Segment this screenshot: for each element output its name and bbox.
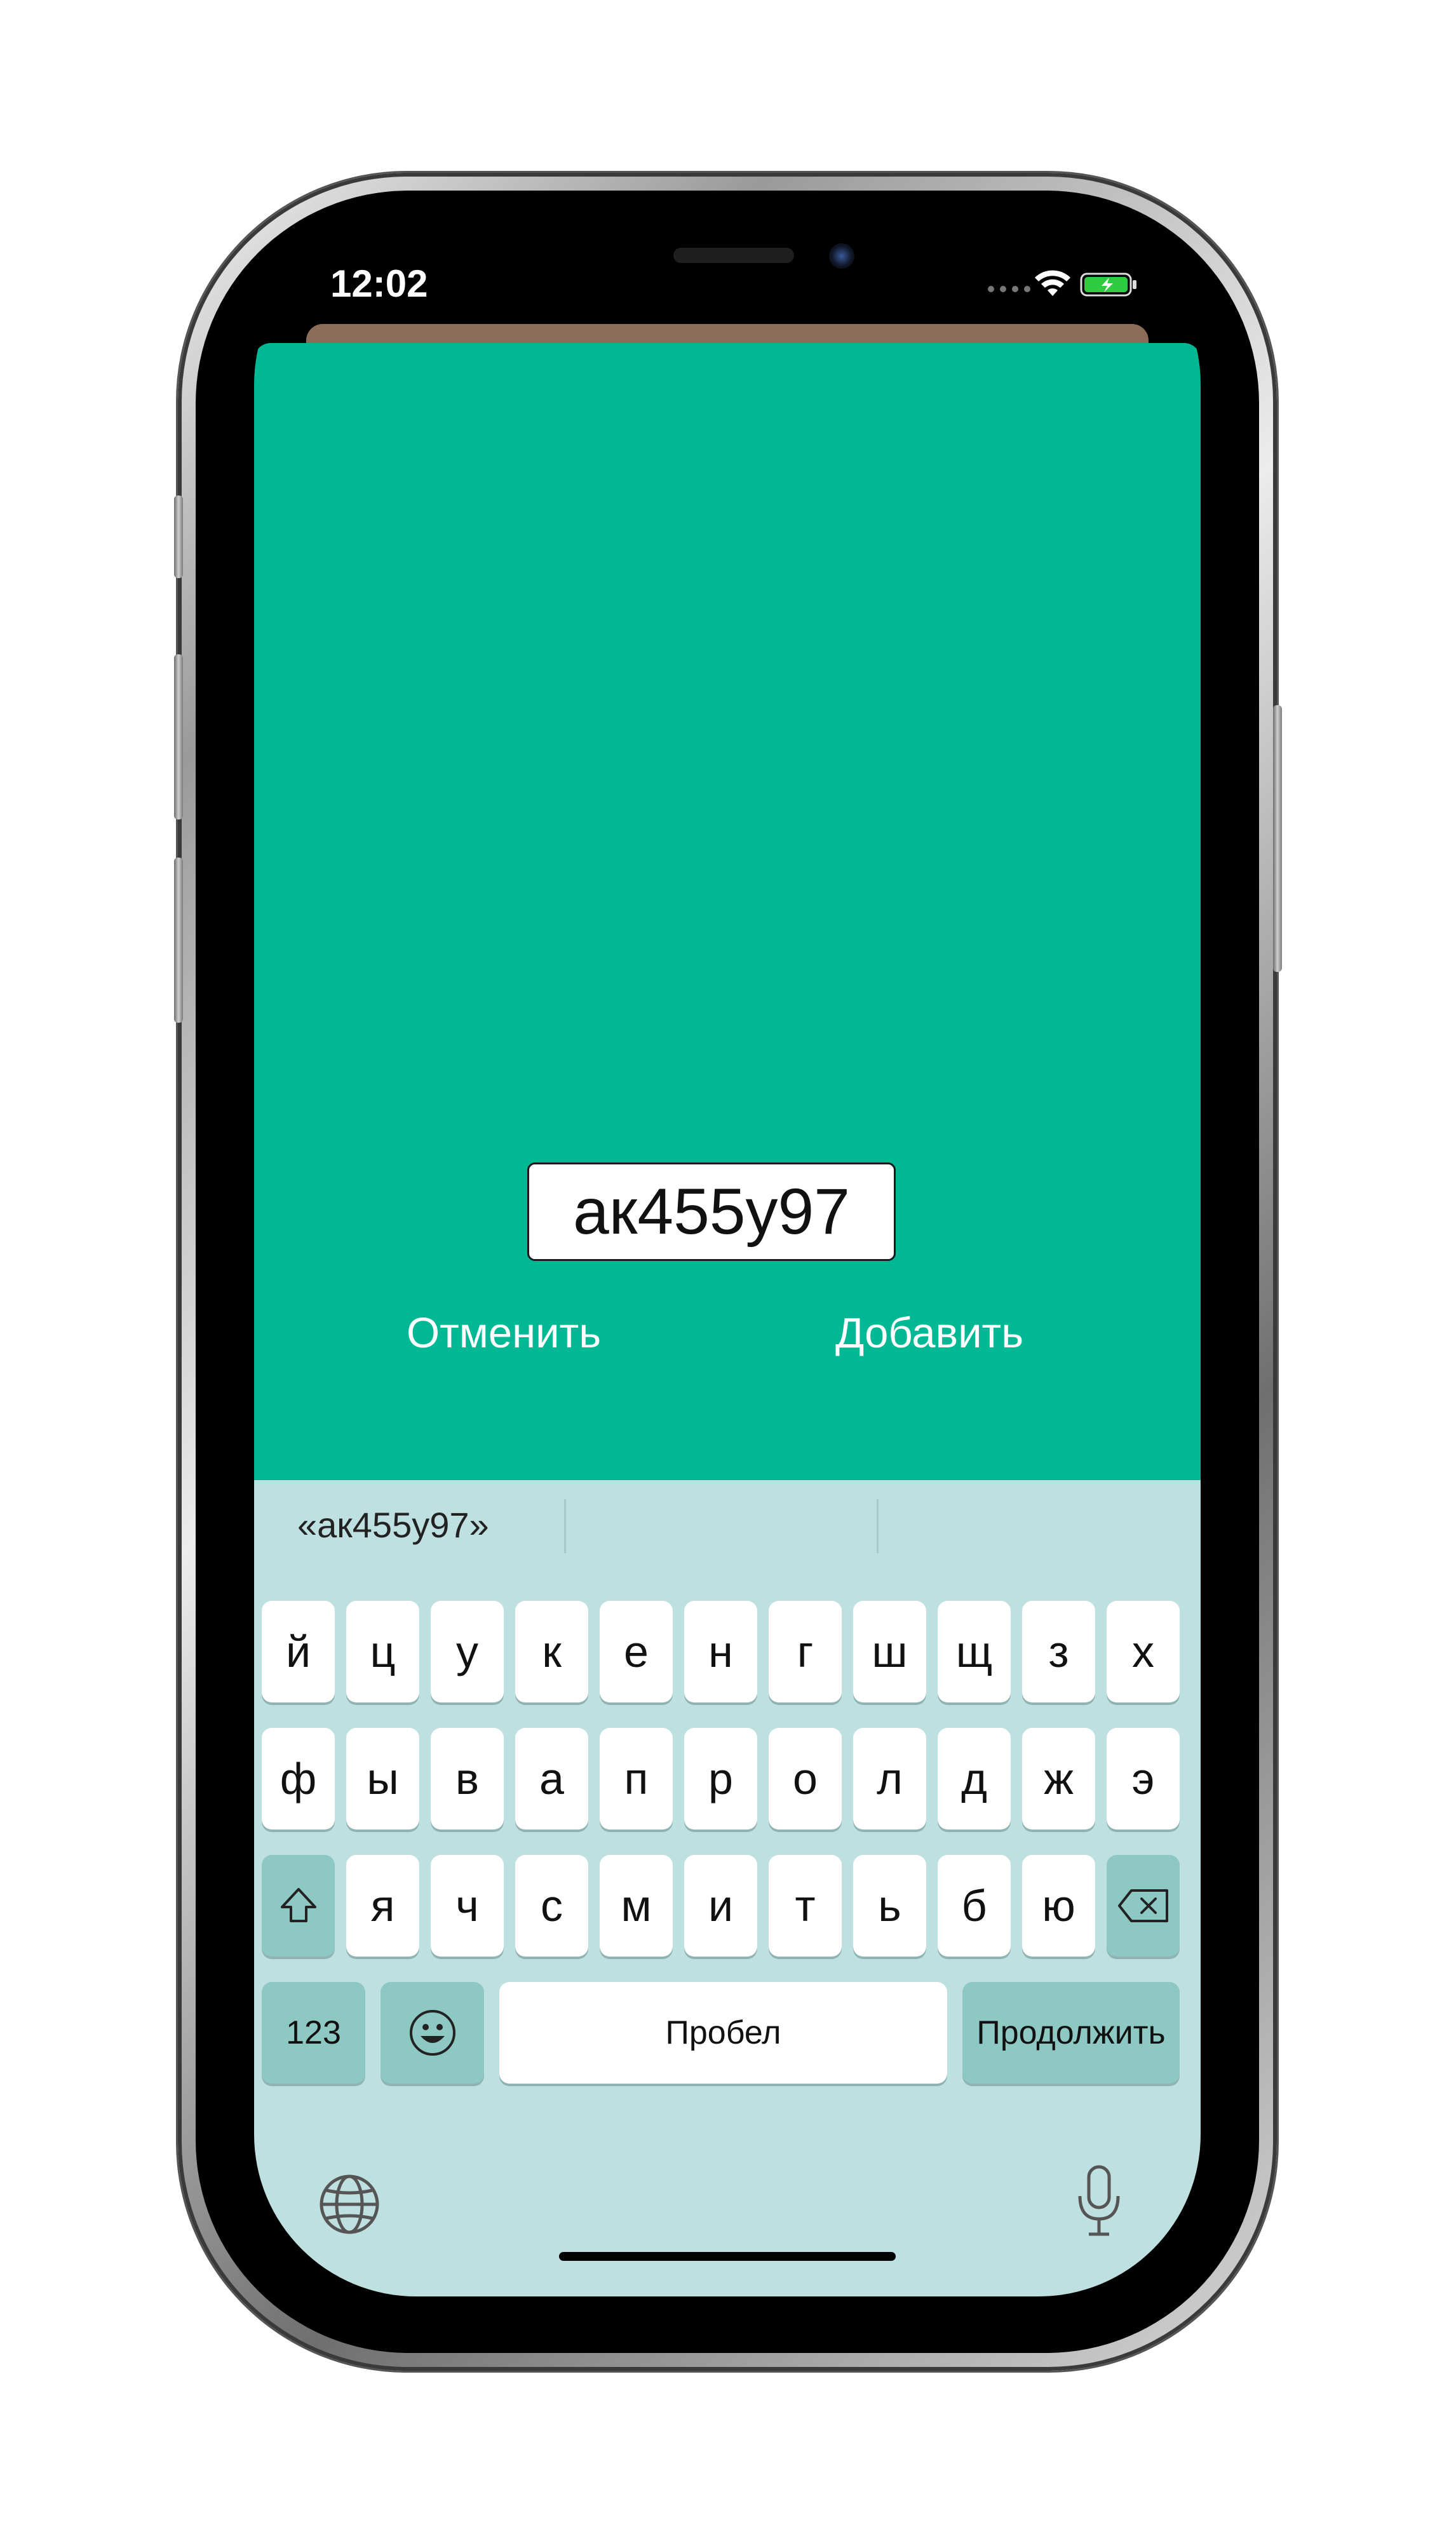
shift-icon [280,1888,316,1922]
key-letter[interactable]: ц [346,1601,419,1702]
emoji-icon [409,2010,455,2056]
key-letter[interactable]: ы [346,1728,419,1830]
key-letter[interactable]: в [431,1728,504,1830]
suggestion-divider [564,1499,566,1553]
continue-key[interactable]: Продолжить [962,1982,1180,2084]
speaker-grille [673,248,794,263]
key-letter[interactable]: н [684,1601,757,1702]
key-letter[interactable]: й [262,1601,335,1702]
globe-icon[interactable] [318,2173,381,2236]
keyboard: «ак455у97» й ц у к е н г ш щ з х ф ы в а… [254,1480,1201,2296]
key-letter[interactable]: и [684,1855,757,1957]
key-letter[interactable]: ф [262,1728,335,1830]
cellular-signal-icon [988,286,1030,292]
battery-charging-icon [1080,273,1136,297]
camera-icon [829,243,854,269]
key-letter[interactable]: р [684,1728,757,1830]
side-button-volume-down [174,858,183,1023]
home-indicator[interactable] [559,2252,896,2261]
plate-number-input[interactable]: ак455у97 [527,1163,896,1261]
cancel-button[interactable]: Отменить [407,1309,601,1358]
key-letter[interactable]: м [600,1855,673,1957]
suggestion-bar: «ак455у97» [254,1480,1201,1556]
add-plate-dialog: ак455у97 Отменить Добавить [254,343,1201,1480]
key-letter[interactable]: щ [938,1601,1011,1702]
microphone-icon[interactable] [1074,2163,1124,2239]
key-letter[interactable]: д [938,1728,1011,1830]
add-button[interactable]: Добавить [835,1309,1023,1358]
key-letter[interactable]: к [515,1601,588,1702]
emoji-key[interactable] [381,1982,484,2084]
key-letter[interactable]: х [1107,1601,1180,1702]
key-letter[interactable]: а [515,1728,588,1830]
key-letter[interactable]: с [515,1855,588,1957]
key-letter[interactable]: з [1022,1601,1095,1702]
key-letter[interactable]: ч [431,1855,504,1957]
key-letter[interactable]: е [600,1601,673,1702]
suggestion-item[interactable]: «ак455у97» [297,1504,489,1546]
key-letter[interactable]: ю [1022,1855,1095,1957]
key-letter[interactable]: т [769,1855,842,1957]
key-letter[interactable]: п [600,1728,673,1830]
key-letter[interactable]: я [346,1855,419,1957]
shift-key[interactable] [262,1855,335,1957]
key-letter[interactable]: о [769,1728,842,1830]
key-letter[interactable]: ж [1022,1728,1095,1830]
key-letter[interactable]: б [938,1855,1011,1957]
side-button-volume-up [174,654,183,819]
key-letter[interactable]: л [853,1728,926,1830]
suggestion-divider [877,1499,879,1553]
side-button-mute [174,495,183,578]
side-button-power [1273,705,1282,972]
key-letter[interactable]: ь [853,1855,926,1957]
backspace-key[interactable] [1107,1855,1180,1957]
wifi-icon [1035,270,1070,296]
phone-screen: 12:02 ак455у97 Отменить Добавить «ак455у… [254,222,1201,2296]
key-letter[interactable]: э [1107,1728,1180,1830]
backspace-icon [1117,1889,1168,1922]
numbers-key[interactable]: 123 [262,1982,365,2084]
key-letter[interactable]: у [431,1601,504,1702]
key-letter[interactable]: г [769,1601,842,1702]
notch [489,222,966,292]
key-letter[interactable]: ш [853,1601,926,1702]
space-key[interactable]: Пробел [499,1982,947,2084]
status-time: 12:02 [330,262,428,305]
